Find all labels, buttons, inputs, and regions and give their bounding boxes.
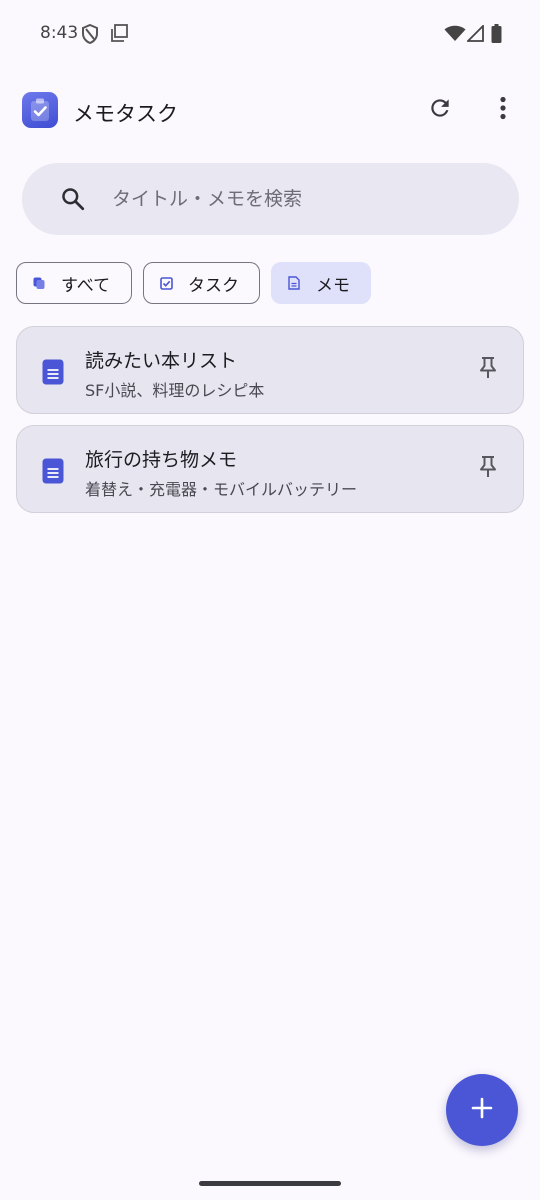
memo-title: 旅行の持ち物メモ [85,449,238,471]
app-logo-icon [22,92,58,128]
document-icon [286,275,302,291]
checkbox-icon [158,275,174,291]
chip-label-memo: メモ [316,275,350,296]
refresh-icon [427,95,453,125]
app-title: メモタスク [73,102,178,126]
signal-icon [465,23,484,46]
battery-icon [491,24,502,47]
screenshot-icon [110,24,128,47]
more-options-button[interactable] [481,88,525,132]
refresh-button[interactable] [418,88,462,132]
document-icon [42,359,64,389]
pin-button[interactable] [467,349,509,391]
filter-chip-memo[interactable]: メモ [271,262,371,304]
document-icon [42,458,64,488]
wifi-icon [444,25,466,46]
memo-subtitle: 着替え・充電器・モバイルバッテリー [85,480,358,499]
pin-icon [478,356,498,384]
memo-card[interactable]: 読みたい本リスト SF小説、料理のレシピ本 [16,326,524,414]
more-vert-icon [499,96,507,124]
search-icon [60,186,86,216]
pin-icon [478,455,498,483]
search-bar[interactable] [22,163,519,235]
memo-subtitle: SF小説、料理のレシピ本 [85,381,265,400]
chip-label-all: すべて [61,275,111,296]
chip-label-task: タスク [188,275,239,296]
gesture-navigation-bar[interactable] [199,1181,341,1186]
add-button[interactable] [446,1074,518,1146]
app-bar: メモタスク [0,84,540,140]
search-input[interactable] [112,185,492,213]
pin-button[interactable] [467,448,509,490]
shield-icon [81,23,99,48]
status-time: 8:43 [40,23,79,43]
memo-card[interactable]: 旅行の持ち物メモ 着替え・充電器・モバイルバッテリー [16,425,524,513]
add-icon [471,1097,493,1123]
memo-title: 読みたい本リスト [85,350,238,372]
filter-chip-all[interactable]: すべて [16,262,132,304]
status-bar: 8:43 [0,0,540,68]
filter-chip-task[interactable]: タスク [143,262,260,304]
all-icon [31,275,47,291]
